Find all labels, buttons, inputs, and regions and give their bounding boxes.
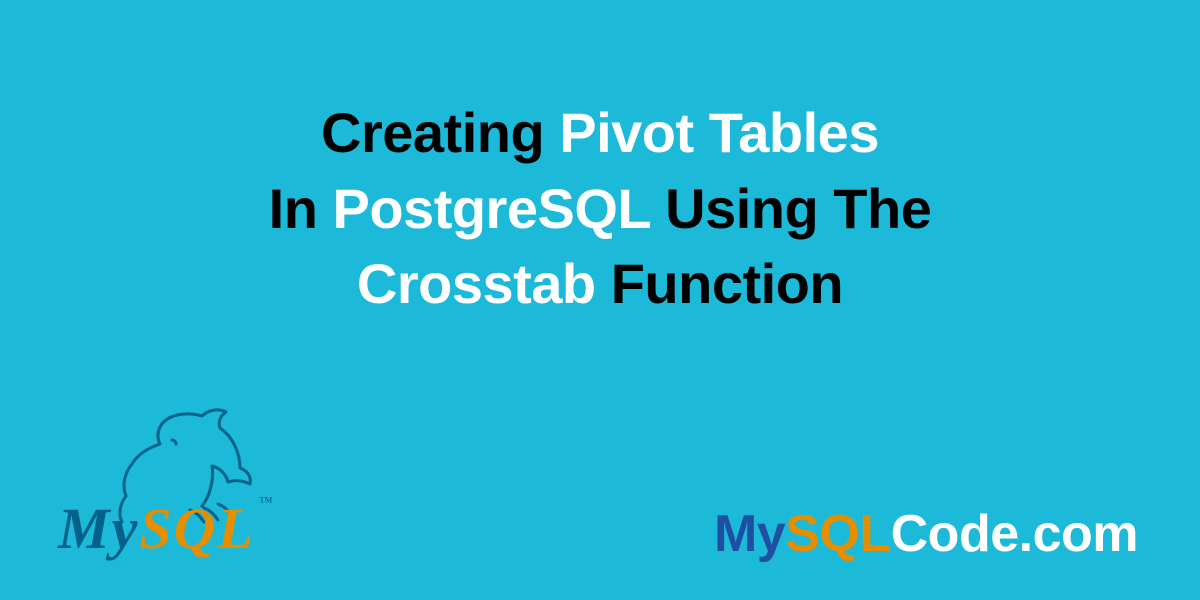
title-word-postgresql: PostgreSQL — [332, 177, 650, 240]
mysql-logo: MySQL ™ — [58, 412, 318, 572]
site-url-part-sql: SQL — [785, 505, 890, 563]
title-word-using-the: Using The — [665, 177, 931, 240]
title-word-pivot-tables: Pivot Tables — [559, 101, 879, 164]
title-word-function: Function — [611, 252, 843, 315]
site-url-part-my: My — [714, 505, 785, 563]
site-url-part-code: Code.com — [891, 505, 1138, 563]
title-word-creating: Creating — [321, 101, 544, 164]
title-word-in: In — [269, 177, 318, 240]
page-title: Creating Pivot Tables In PostgreSQL Usin… — [100, 95, 1100, 322]
site-url: MySQLCode.com — [714, 504, 1138, 564]
logo-text-my: My — [58, 496, 139, 561]
trademark-symbol: ™ — [259, 495, 275, 510]
title-word-crosstab: Crosstab — [357, 252, 596, 315]
mysql-wordmark: MySQL ™ — [58, 495, 275, 562]
logo-text-sql: SQL — [139, 496, 255, 561]
